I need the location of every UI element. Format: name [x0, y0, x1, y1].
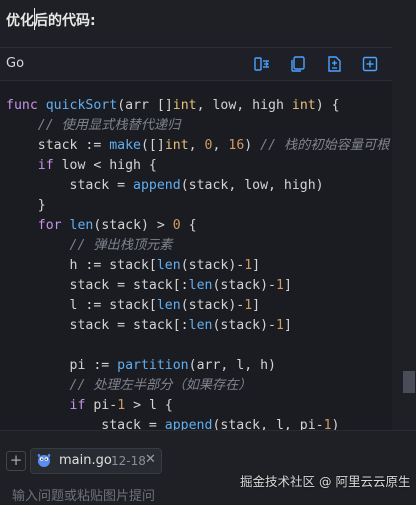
code-line: stack = stack[:len(stack)-1] [6, 278, 292, 293]
copy-icon[interactable] [289, 55, 307, 73]
context-line-range: 12-18 [111, 454, 146, 468]
code-line: } [6, 198, 46, 213]
code-line: pi := partition(arr, l, h) [6, 358, 276, 373]
scrollbar-track[interactable] [392, 47, 416, 430]
add-context-button[interactable]: + [6, 451, 26, 471]
chat-input-area: + main.go 12-18 ✕ 掘金技术社区 @ 阿里云云原生 [0, 430, 416, 505]
code-line: func quickSort(arr []int, low, high int)… [6, 98, 340, 113]
code-line: h := stack[len(stack)-1] [6, 258, 261, 273]
insert-icon[interactable] [253, 55, 271, 73]
input-row [0, 479, 416, 505]
close-icon[interactable]: ✕ [145, 452, 156, 467]
text-cursor [34, 8, 35, 30]
code-line: // 弹出栈顶元素 [69, 238, 173, 253]
code-block-header: Go [0, 48, 392, 81]
go-file-icon [36, 452, 52, 468]
code-content: func quickSort(arr []int, low, high int)… [6, 96, 389, 431]
code-line: stack = stack[:len(stack)-1] [6, 318, 292, 333]
code-line: stack = append(stack, low, high) [6, 178, 324, 193]
code-line: stack := make([]int, 0, 16) // 栈的初始容量可根 [6, 138, 390, 153]
code-line: if pi-1 > l { [69, 398, 173, 413]
code-line: l := stack[len(stack)-1] [6, 298, 261, 313]
message-header: 优化后的代码: [0, 0, 416, 46]
context-file-name: main.go [59, 453, 112, 468]
section-heading: 优化后的代码: [6, 13, 96, 29]
chat-input[interactable] [10, 487, 234, 505]
code-line: if low < high { [37, 158, 157, 173]
code-block: Go func quickSort(arr []int, low, high i… [0, 47, 392, 431]
code-line: // 处理左半部分（如果存在） [69, 378, 252, 393]
context-file-chip[interactable]: main.go 12-18 ✕ [30, 448, 162, 474]
code-line: for len(stack) > 0 { [37, 218, 197, 233]
diff-icon[interactable] [325, 55, 343, 73]
code-language-label: Go [6, 56, 25, 71]
scrollbar-thumb[interactable] [403, 371, 415, 393]
code-line: // 使用显式栈替代递归 [37, 118, 181, 133]
new-file-icon[interactable] [361, 55, 379, 73]
